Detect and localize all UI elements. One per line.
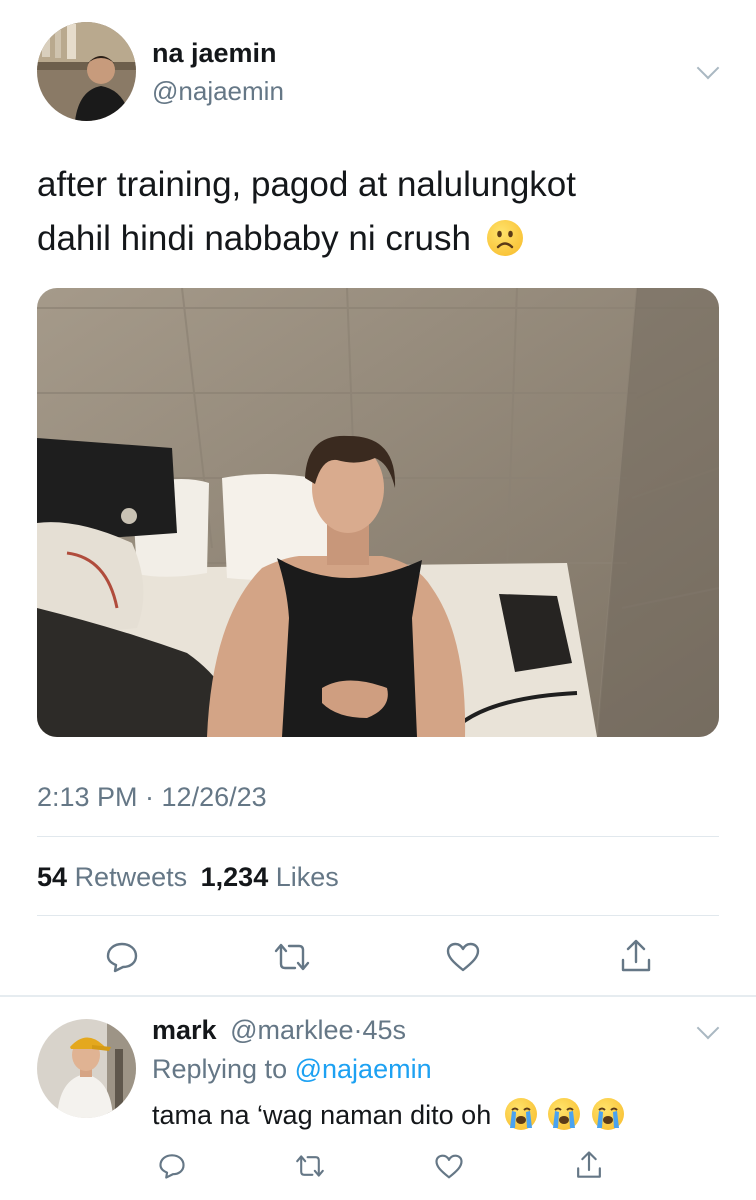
likes-stat[interactable]: 1,234 Likes [201,862,339,892]
tweet-text-line-2-text: dahil hindi nabbaby ni crush [37,219,471,258]
reply-emojis [504,1098,624,1130]
tweet-text: after training, pagod at nalulungkot dah… [37,158,727,266]
like-button[interactable] [445,941,481,973]
reply-reply-button[interactable] [158,1152,186,1180]
loudly-crying-face-icon [548,1098,581,1130]
reply-author-handle[interactable]: @marklee [230,1015,353,1045]
reply-chevron-down-icon[interactable] [696,1016,720,1040]
retweets-stat[interactable]: 54 Retweets [37,862,195,892]
replying-to: Replying to @najaemin [152,1054,432,1085]
reply-author-name[interactable]: mark [152,1015,217,1045]
reply-share-button[interactable] [574,1150,604,1180]
section-separator [0,995,756,997]
retweet-icon [296,1155,324,1177]
slightly-frowning-face-icon [486,220,523,256]
tweet-photo[interactable] [37,288,719,737]
replying-to-prefix: Replying to [152,1054,288,1084]
share-icon [577,1151,601,1178]
speech-bubble-icon [159,1154,185,1179]
heart-icon [446,942,480,972]
retweet-icon [274,943,310,971]
likes-label: Likes [275,862,339,892]
retweet-button[interactable] [272,940,312,974]
replying-to-handle[interactable]: @najaemin [295,1054,432,1084]
tweet-text-line-2: dahil hindi nabbaby ni crush [37,212,727,266]
loudly-crying-face-icon [591,1098,624,1130]
divider-2 [37,915,719,916]
reply-retweet-button[interactable] [294,1152,326,1180]
reply-time[interactable]: 45s [363,1015,407,1045]
speech-bubble-icon [106,942,138,973]
divider-1 [37,836,719,837]
reply-header: mark @marklee·45s [152,1015,406,1046]
share-button[interactable] [618,938,654,974]
reply-separator: · [353,1015,363,1045]
reply-like-button[interactable] [434,1153,464,1180]
author-name[interactable]: na jaemin [152,38,277,69]
heart-icon [435,1154,463,1179]
retweets-count: 54 [37,862,68,892]
loudly-crying-face-icon [504,1098,537,1130]
tweet-timestamp[interactable]: 2:13 PM · 12/26/23 [37,782,267,813]
engagement-stats: 54 Retweets 1,234 Likes [37,862,339,893]
reply-button[interactable] [105,940,139,974]
tweet-text-line-1: after training, pagod at nalulungkot [37,165,576,204]
likes-count: 1,234 [200,862,269,892]
reply-author-avatar[interactable] [37,1019,136,1118]
author-handle[interactable]: @najaemin [152,76,284,107]
retweets-label: Retweets [74,862,188,892]
share-icon [621,939,651,972]
chevron-down-icon[interactable] [696,56,720,80]
reply-text: tama na ‘wag naman dito oh [152,1098,624,1131]
reply-text-body: tama na ‘wag naman dito oh [152,1100,492,1130]
author-avatar[interactable] [37,22,136,121]
